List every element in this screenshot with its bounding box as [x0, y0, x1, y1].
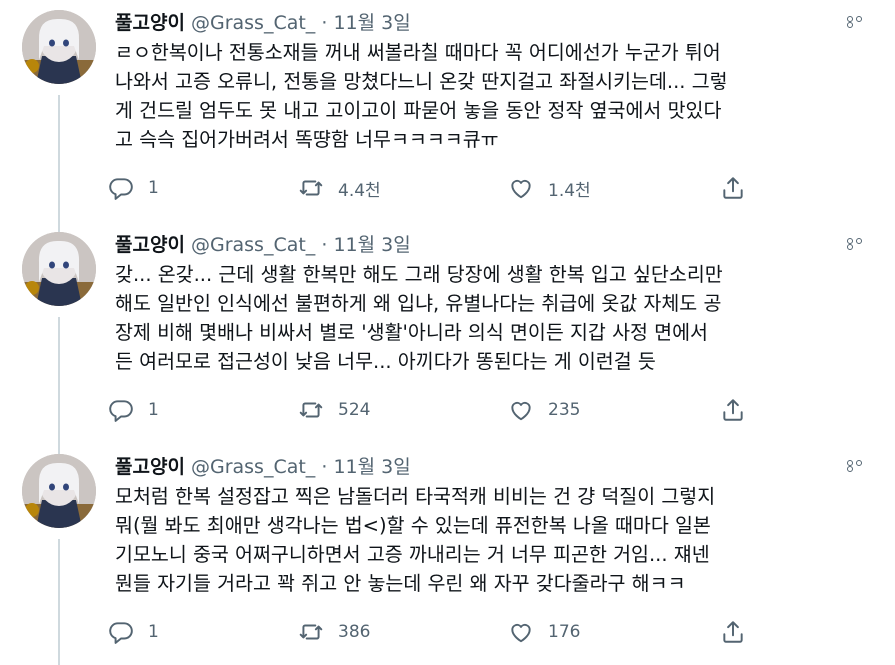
- retweet-count: 524: [338, 400, 371, 420]
- tweet[interactable]: 풀고양이 @Grass_Cat_ · 11월 3일 모처럼 한복 설정잡고 찍은…: [0, 444, 895, 665]
- reply-icon: [109, 178, 133, 200]
- avatar-image: [22, 232, 96, 306]
- like-button[interactable]: 1.4천: [508, 170, 591, 206]
- retweet-icon: [299, 180, 323, 196]
- tweet-timestamp[interactable]: 11월 3일: [333, 12, 410, 34]
- more-icon[interactable]: [847, 238, 873, 250]
- like-icon: [511, 401, 531, 421]
- tweet-header: 풀고양이 @Grass_Cat_ · 11월 3일: [115, 452, 875, 482]
- user-handle[interactable]: @Grass_Cat_: [191, 456, 315, 478]
- user-handle[interactable]: @Grass_Cat_: [191, 12, 315, 34]
- like-count: 235: [548, 400, 581, 420]
- tweet-text: 갖... 온갖... 근데 생활 한복만 해도 그래 당장에 생활 한복 입고 …: [115, 263, 723, 373]
- retweet-count: 4.4천: [338, 180, 381, 201]
- retweet-button[interactable]: 524: [298, 392, 370, 428]
- more-icon[interactable]: [847, 16, 873, 28]
- share-button[interactable]: [720, 392, 746, 428]
- like-count: 1.4천: [548, 180, 591, 201]
- tweet-text: ㄹㅇ한복이나 전통소재들 꺼내 써볼라칠 때마다 꼭 어디에선가 누군가 튀어 …: [115, 41, 728, 151]
- reply-button[interactable]: 1: [108, 170, 159, 206]
- share-button[interactable]: [720, 614, 746, 650]
- tweet-header: 풀고양이 @Grass_Cat_ · 11월 3일: [115, 8, 875, 38]
- separator-dot: ·: [321, 234, 328, 256]
- like-button[interactable]: 176: [508, 614, 580, 650]
- reply-count: 1: [148, 178, 159, 198]
- tweet[interactable]: 풀고양이 @Grass_Cat_ · 11월 3일 갖... 온갖... 근데 …: [0, 222, 895, 444]
- tweet[interactable]: 풀고양이 @Grass_Cat_ · 11월 3일 ㄹㅇ한복이나 전통소재들 꺼…: [0, 0, 895, 222]
- tweet-timestamp[interactable]: 11월 3일: [333, 234, 410, 256]
- tweet-text: 모처럼 한복 설정잡고 찍은 남돌더러 타국적캐 비비는 건 걍 덕질이 그렇지…: [115, 485, 716, 595]
- like-icon: [511, 623, 531, 643]
- retweet-button[interactable]: 4.4천: [298, 170, 381, 206]
- share-icon: [723, 399, 743, 421]
- reply-button[interactable]: 1: [108, 392, 159, 428]
- display-name[interactable]: 풀고양이: [115, 234, 185, 256]
- display-name[interactable]: 풀고양이: [115, 456, 185, 478]
- tweet-actions: 1 524 235: [108, 392, 768, 428]
- tweet-header: 풀고양이 @Grass_Cat_ · 11월 3일: [115, 230, 875, 260]
- avatar[interactable]: [22, 454, 96, 528]
- separator-dot: ·: [321, 456, 328, 478]
- retweet-icon: [299, 402, 323, 418]
- retweet-count: 386: [338, 622, 371, 642]
- tweet-actions: 1 4.4천 1.4천: [108, 170, 768, 206]
- share-icon: [723, 621, 743, 643]
- like-icon: [511, 179, 531, 199]
- avatar-image: [22, 10, 96, 84]
- avatar[interactable]: [22, 10, 96, 84]
- separator-dot: ·: [321, 12, 328, 34]
- tweet-actions: 1 386 176: [108, 614, 768, 650]
- reply-count: 1: [148, 622, 159, 642]
- retweet-icon: [299, 624, 323, 640]
- reply-button[interactable]: 1: [108, 614, 159, 650]
- share-icon: [723, 177, 743, 199]
- reply-count: 1: [148, 400, 159, 420]
- like-button[interactable]: 235: [508, 392, 580, 428]
- avatar[interactable]: [22, 232, 96, 306]
- retweet-button[interactable]: 386: [298, 614, 370, 650]
- reply-icon: [109, 622, 133, 644]
- like-count: 176: [548, 622, 581, 642]
- reply-icon: [109, 400, 133, 422]
- user-handle[interactable]: @Grass_Cat_: [191, 234, 315, 256]
- avatar-image: [22, 454, 96, 528]
- share-button[interactable]: [720, 170, 746, 206]
- display-name[interactable]: 풀고양이: [115, 12, 185, 34]
- more-icon[interactable]: [847, 460, 873, 472]
- tweet-timestamp[interactable]: 11월 3일: [333, 456, 410, 478]
